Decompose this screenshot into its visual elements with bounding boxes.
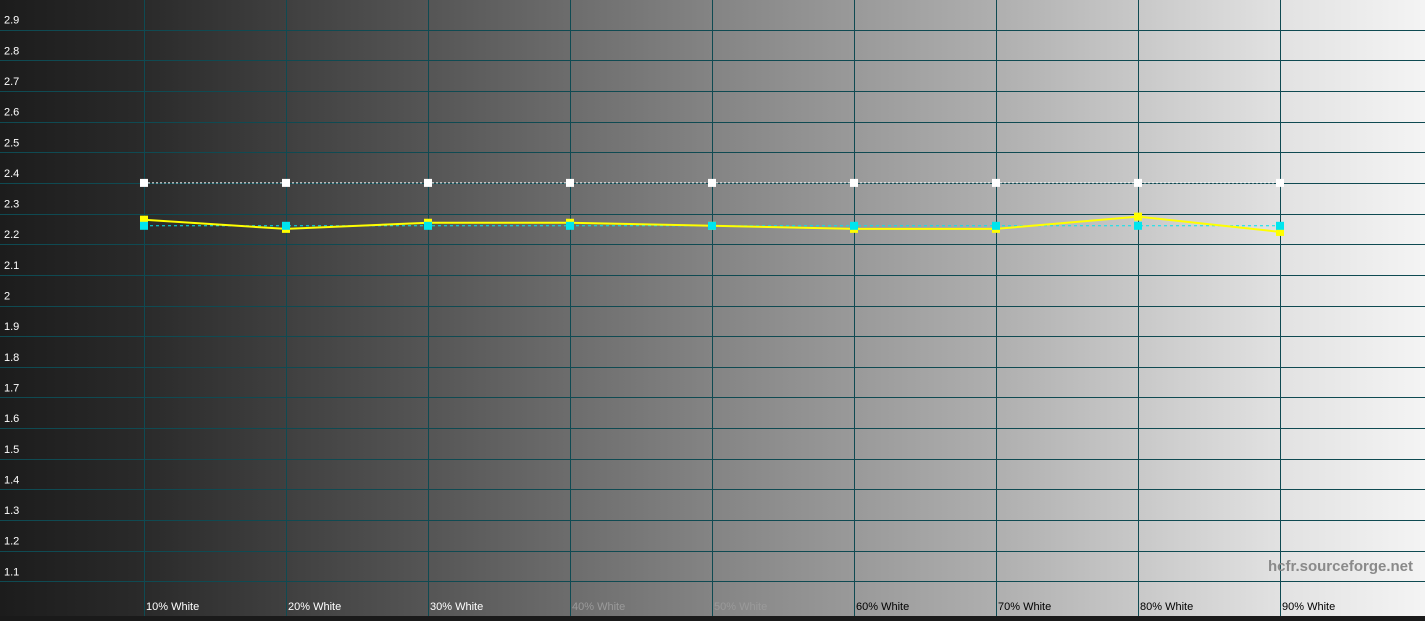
x-tick-label: 30% White [430, 601, 483, 613]
x-tick-label: 10% White [146, 601, 199, 613]
chart-canvas: 1.1 1.2 1.3 1.4 1.5 1.6 1.7 1.8 1.9 2 2.1 2.2 2.3 2.4… [0, 0, 1425, 616]
data-point-average [566, 221, 574, 230]
y-tick-label: 2.3 [4, 199, 19, 211]
data-point-average [424, 221, 432, 230]
watermark-label: hcfr.sourceforge.net [1268, 558, 1413, 575]
data-point-average [1276, 221, 1284, 230]
x-tick-label: 20% White [288, 601, 341, 613]
y-tick-label: 2.9 [4, 15, 19, 27]
data-point-average [140, 221, 148, 230]
x-tick-label: 60% White [856, 601, 909, 613]
data-point-reference-2.4 [140, 178, 148, 187]
x-tick-label: 80% White [1140, 601, 1193, 613]
data-point-reference-2.4 [566, 178, 574, 187]
y-tick-label: 2.4 [4, 168, 19, 180]
data-point-average [708, 221, 716, 230]
data-point-measured [1134, 212, 1142, 221]
y-tick-label: 2 [4, 291, 10, 303]
y-tick-label: 2.6 [4, 107, 19, 119]
y-tick-label: 1.9 [4, 321, 19, 333]
y-tick-label: 1.2 [4, 536, 19, 548]
data-point-reference-2.4 [424, 178, 432, 187]
y-tick-label: 2.7 [4, 76, 19, 88]
gamma-chart: 1.1 1.2 1.3 1.4 1.5 1.6 1.7 1.8 1.9 2 2.1 2.2 2.3 2.4… [0, 0, 1425, 616]
y-tick-label: 2.8 [4, 45, 19, 57]
data-point-reference-2.4 [992, 178, 1000, 187]
data-point-average [282, 221, 290, 230]
data-point-reference-2.4 [708, 178, 716, 187]
data-point-reference-2.4 [1276, 178, 1284, 187]
x-tick-label: 70% White [998, 601, 1051, 613]
x-tick-label: 90% White [1282, 601, 1335, 613]
y-tick-label: 1.8 [4, 352, 19, 364]
data-point-reference-2.4 [1134, 178, 1142, 187]
x-tick-label: 40% White [572, 601, 625, 613]
y-tick-label: 1.5 [4, 444, 19, 456]
data-point-average [850, 221, 858, 230]
data-point-average [1134, 221, 1142, 230]
y-tick-label: 2.5 [4, 137, 19, 149]
y-tick-label: 1.7 [4, 382, 19, 394]
y-tick-label: 1.4 [4, 474, 19, 486]
data-point-reference-2.4 [850, 178, 858, 187]
y-tick-label: 1.6 [4, 413, 19, 425]
x-axis-ticks: 10% White 20% White 30% White 40% White 50% … [146, 601, 1335, 613]
data-point-reference-2.4 [282, 178, 290, 187]
data-point-average [992, 221, 1000, 230]
y-tick-label: 1.3 [4, 505, 19, 517]
y-tick-label: 2.1 [4, 260, 19, 272]
y-tick-label: 1.1 [4, 566, 19, 578]
y-tick-label: 2.2 [4, 229, 19, 241]
x-tick-label: 50% White [714, 601, 767, 613]
